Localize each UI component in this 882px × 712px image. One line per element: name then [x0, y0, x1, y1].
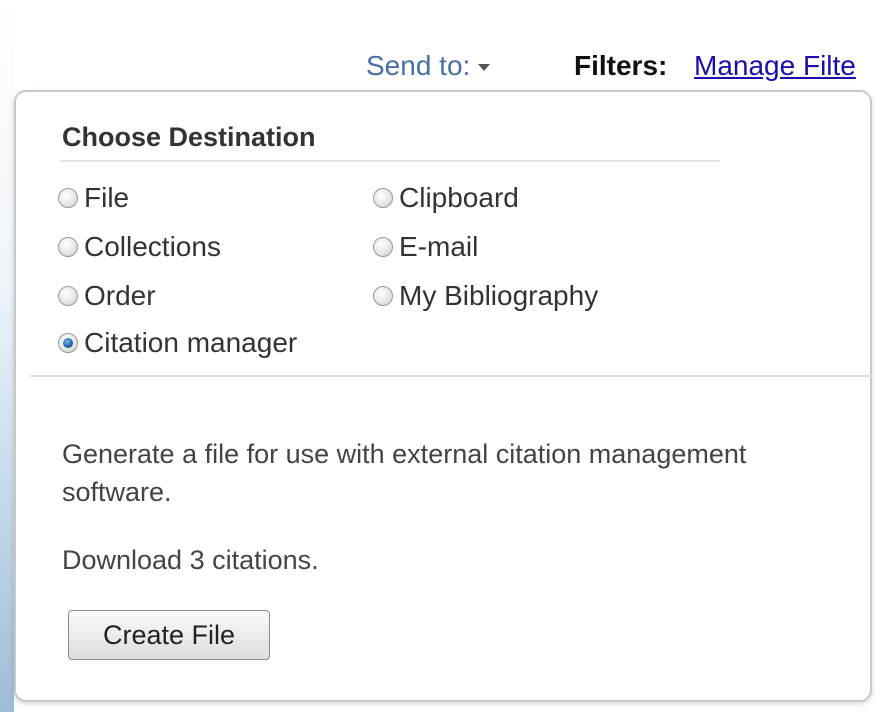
radio-button-selected[interactable]: [58, 333, 78, 353]
manage-filters-link[interactable]: Manage Filte: [694, 50, 856, 82]
create-file-button[interactable]: Create File: [68, 610, 270, 660]
send-to-popup: Choose Destination File Clipboard Collec…: [14, 90, 872, 702]
radio-button[interactable]: [373, 188, 393, 208]
radio-button[interactable]: [58, 286, 78, 306]
radio-label: Citation manager: [84, 327, 298, 358]
radio-label: File: [84, 182, 130, 213]
radio-button[interactable]: [58, 188, 78, 208]
radio-option-order[interactable]: Order: [58, 280, 156, 312]
radio-option-collections[interactable]: Collections: [58, 231, 221, 263]
radio-button[interactable]: [58, 237, 78, 257]
radio-button[interactable]: [373, 286, 393, 306]
radio-label: My Bibliography: [399, 280, 599, 311]
background-strip: [0, 0, 14, 712]
radio-option-file[interactable]: File: [58, 182, 129, 214]
radio-label: Collections: [84, 231, 221, 262]
popup-title: Choose Destination: [62, 122, 316, 152]
radio-button[interactable]: [373, 237, 393, 257]
title-divider: [60, 160, 720, 162]
filters-label: Filters:: [574, 50, 668, 81]
destination-description: Generate a file for use with external ci…: [62, 439, 747, 507]
download-count-text: Download 3 citations.: [62, 545, 319, 575]
send-to-label: Send to:: [366, 50, 471, 81]
send-to-menu[interactable]: Send to:: [366, 50, 491, 82]
radio-label: E-mail: [399, 231, 479, 262]
section-divider: [30, 375, 872, 377]
chevron-down-icon: [478, 64, 491, 72]
radio-option-email[interactable]: E-mail: [373, 231, 478, 263]
radio-option-my-bibliography[interactable]: My Bibliography: [373, 280, 598, 312]
radio-label: Clipboard: [399, 182, 519, 213]
radio-option-citation-manager[interactable]: Citation manager: [58, 327, 297, 359]
results-toolbar: Send to: Filters: Manage Filte: [0, 50, 882, 90]
radio-option-clipboard[interactable]: Clipboard: [373, 182, 519, 214]
radio-label: Order: [84, 280, 156, 311]
